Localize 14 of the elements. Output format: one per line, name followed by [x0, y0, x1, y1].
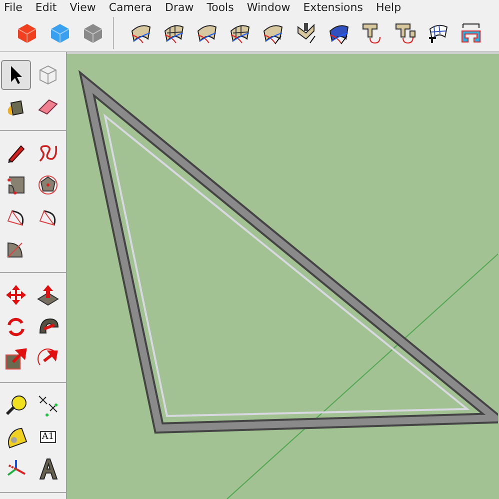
tee-icon[interactable] — [392, 20, 416, 44]
tee-icon[interactable] — [360, 20, 384, 44]
text-tool-button[interactable]: A1 — [33, 422, 63, 452]
menu-item[interactable]: View — [66, 0, 105, 14]
menu-item[interactable]: Camera — [104, 0, 162, 14]
menu-item[interactable]: Window — [242, 0, 300, 14]
menu-item[interactable]: Extensions — [299, 0, 372, 14]
menu-item[interactable]: Help — [372, 0, 410, 14]
menu-item[interactable]: Draw — [161, 0, 203, 14]
text-label-icon: A1 — [40, 431, 56, 443]
menu-item[interactable]: File — [0, 0, 32, 14]
menu-item[interactable]: Edit — [31, 0, 66, 14]
channel-icon[interactable] — [458, 20, 482, 44]
menu-item[interactable]: Tools — [202, 0, 243, 14]
